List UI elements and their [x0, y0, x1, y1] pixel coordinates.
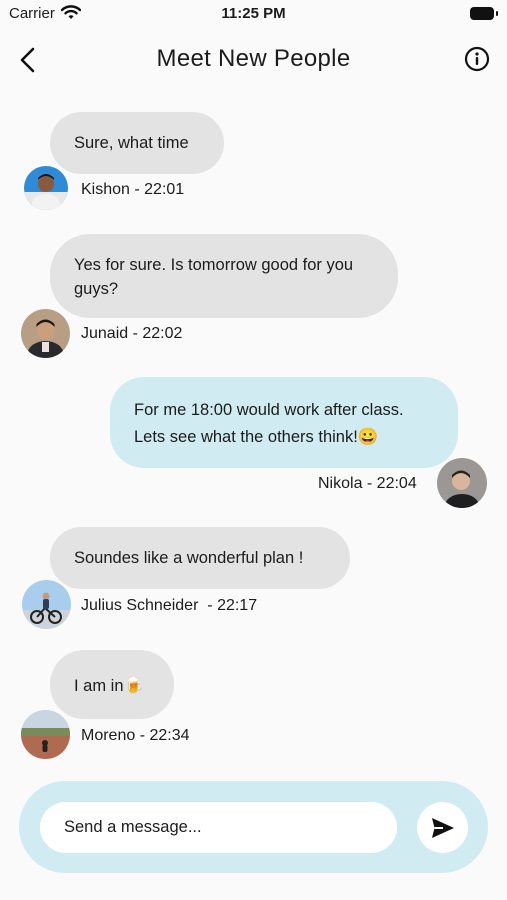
header: Meet New People [0, 30, 507, 90]
message-bubble: Soundes like a wonderful plan ! [50, 527, 350, 589]
message-bubble: Sure, what time [50, 112, 224, 174]
message-text-line-2: Lets see what the others think!😀 [134, 428, 379, 446]
message-bubble: Yes for sure. Is tomorrow good for you g… [50, 234, 398, 318]
avatar[interactable] [21, 309, 70, 358]
page-title: Meet New People [156, 45, 351, 72]
send-button[interactable] [417, 802, 468, 853]
message-text: I am in🍺 [74, 677, 145, 695]
info-button[interactable] [464, 46, 490, 72]
status-time: 11:25 PM [221, 5, 286, 22]
message-meta: Nikola - 22:04 [318, 475, 417, 492]
message-meta: Julius Schneider - 22:17 [81, 597, 258, 614]
message-bubble: For me 18:00 would work after class. Let… [110, 377, 458, 468]
message-text: Soundes like a wonderful plan ! [74, 549, 304, 567]
message-text: For me 18:00 would work after class. [134, 401, 404, 419]
status-bar: Carrier 11:25 PM [0, 0, 507, 28]
message-meta: Junaid - 22:02 [81, 325, 183, 342]
message-composer [19, 781, 488, 873]
battery-icon [470, 7, 498, 20]
message-meta: Kishon - 22:01 [81, 181, 185, 198]
send-icon [432, 818, 454, 838]
avatar[interactable] [21, 710, 70, 759]
avatar[interactable] [24, 166, 68, 210]
message-bubble: I am in🍺 [50, 650, 174, 719]
avatar[interactable] [437, 458, 487, 508]
message-meta: Moreno - 22:34 [81, 727, 190, 744]
message-input[interactable] [40, 802, 397, 853]
avatar[interactable] [22, 580, 71, 629]
info-circle-icon [464, 46, 490, 72]
message-text: Yes for sure. Is tomorrow good for you g… [74, 256, 354, 298]
message-input-wrapper [40, 802, 397, 853]
message-text: Sure, what time [74, 134, 189, 152]
